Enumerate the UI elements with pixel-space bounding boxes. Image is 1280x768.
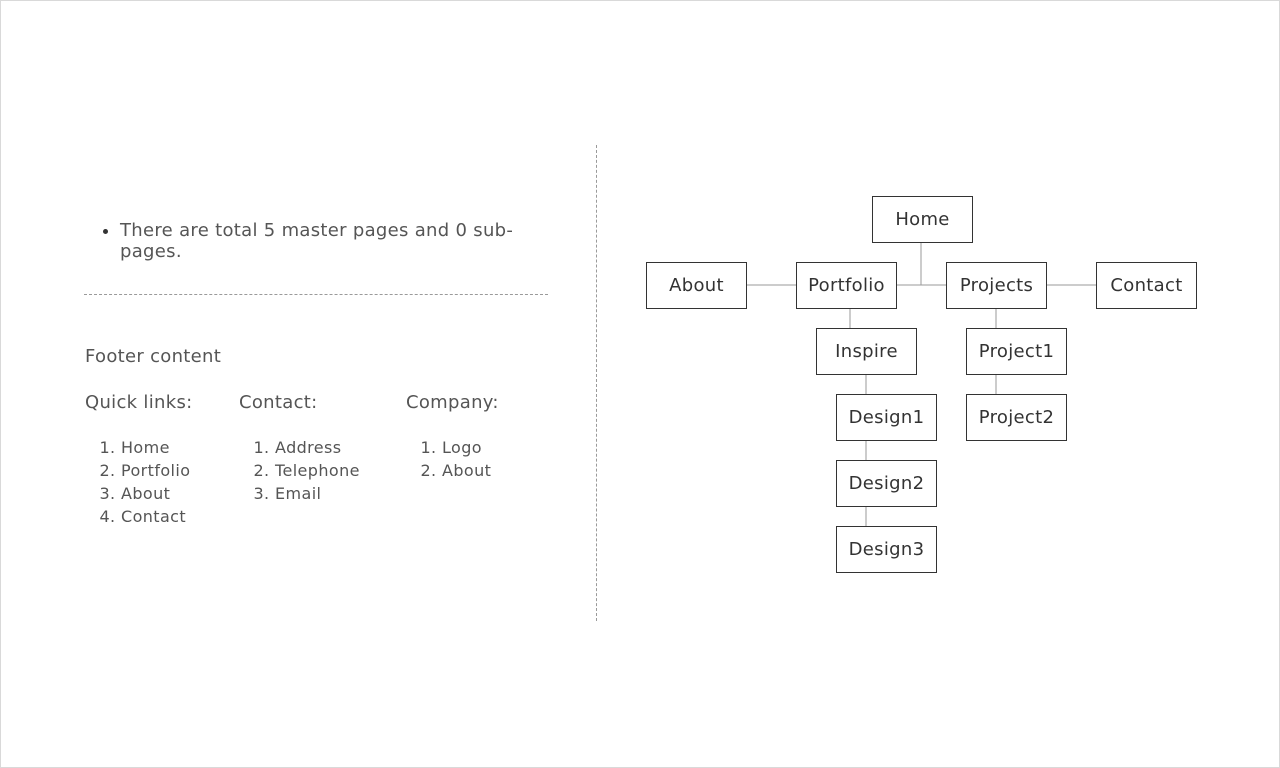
node-projects[interactable]: Projects xyxy=(946,262,1047,309)
footer-item-telephone: Telephone xyxy=(275,459,360,482)
info-panel: There are total 5 master pages and 0 sub… xyxy=(84,0,548,768)
node-design2[interactable]: Design2 xyxy=(836,460,937,507)
footer-item-address: Address xyxy=(275,436,360,459)
footer-column-title: Contact: xyxy=(239,392,318,413)
footer-title: Footer content xyxy=(85,346,222,367)
footer-column-title: Company: xyxy=(406,392,499,413)
node-portfolio[interactable]: Portfolio xyxy=(796,262,897,309)
summary-text: There are total 5 master pages and 0 sub… xyxy=(120,220,548,262)
node-design1[interactable]: Design1 xyxy=(836,394,937,441)
vertical-divider xyxy=(596,145,597,621)
footer-link-contact[interactable]: Contact xyxy=(121,505,190,528)
horizontal-divider xyxy=(84,294,548,295)
footer-link-portfolio[interactable]: Portfolio xyxy=(121,459,190,482)
footer-column-quick-links: Quick links: Home Portfolio About Contac… xyxy=(85,392,193,526)
node-project1[interactable]: Project1 xyxy=(966,328,1067,375)
node-home[interactable]: Home xyxy=(872,196,973,243)
footer-column-title: Quick links: xyxy=(85,392,193,413)
footer-column-contact: Contact: Address Telephone Email xyxy=(239,392,359,503)
node-contact[interactable]: Contact xyxy=(1096,262,1197,309)
footer-item-about: About xyxy=(442,459,491,482)
node-project2[interactable]: Project2 xyxy=(966,394,1067,441)
contact-list: Address Telephone Email xyxy=(239,436,360,505)
company-list: Logo About xyxy=(406,436,491,482)
footer-column-company: Company: Logo About xyxy=(406,392,499,480)
footer-item-logo: Logo xyxy=(442,436,491,459)
node-design3[interactable]: Design3 xyxy=(836,526,937,573)
node-inspire[interactable]: Inspire xyxy=(816,328,917,375)
node-about[interactable]: About xyxy=(646,262,747,309)
footer-link-home[interactable]: Home xyxy=(121,436,190,459)
footer-link-about[interactable]: About xyxy=(121,482,190,505)
summary-list: There are total 5 master pages and 0 sub… xyxy=(84,220,548,262)
footer-item-email: Email xyxy=(275,482,360,505)
quick-links-list: Home Portfolio About Contact xyxy=(85,436,190,528)
